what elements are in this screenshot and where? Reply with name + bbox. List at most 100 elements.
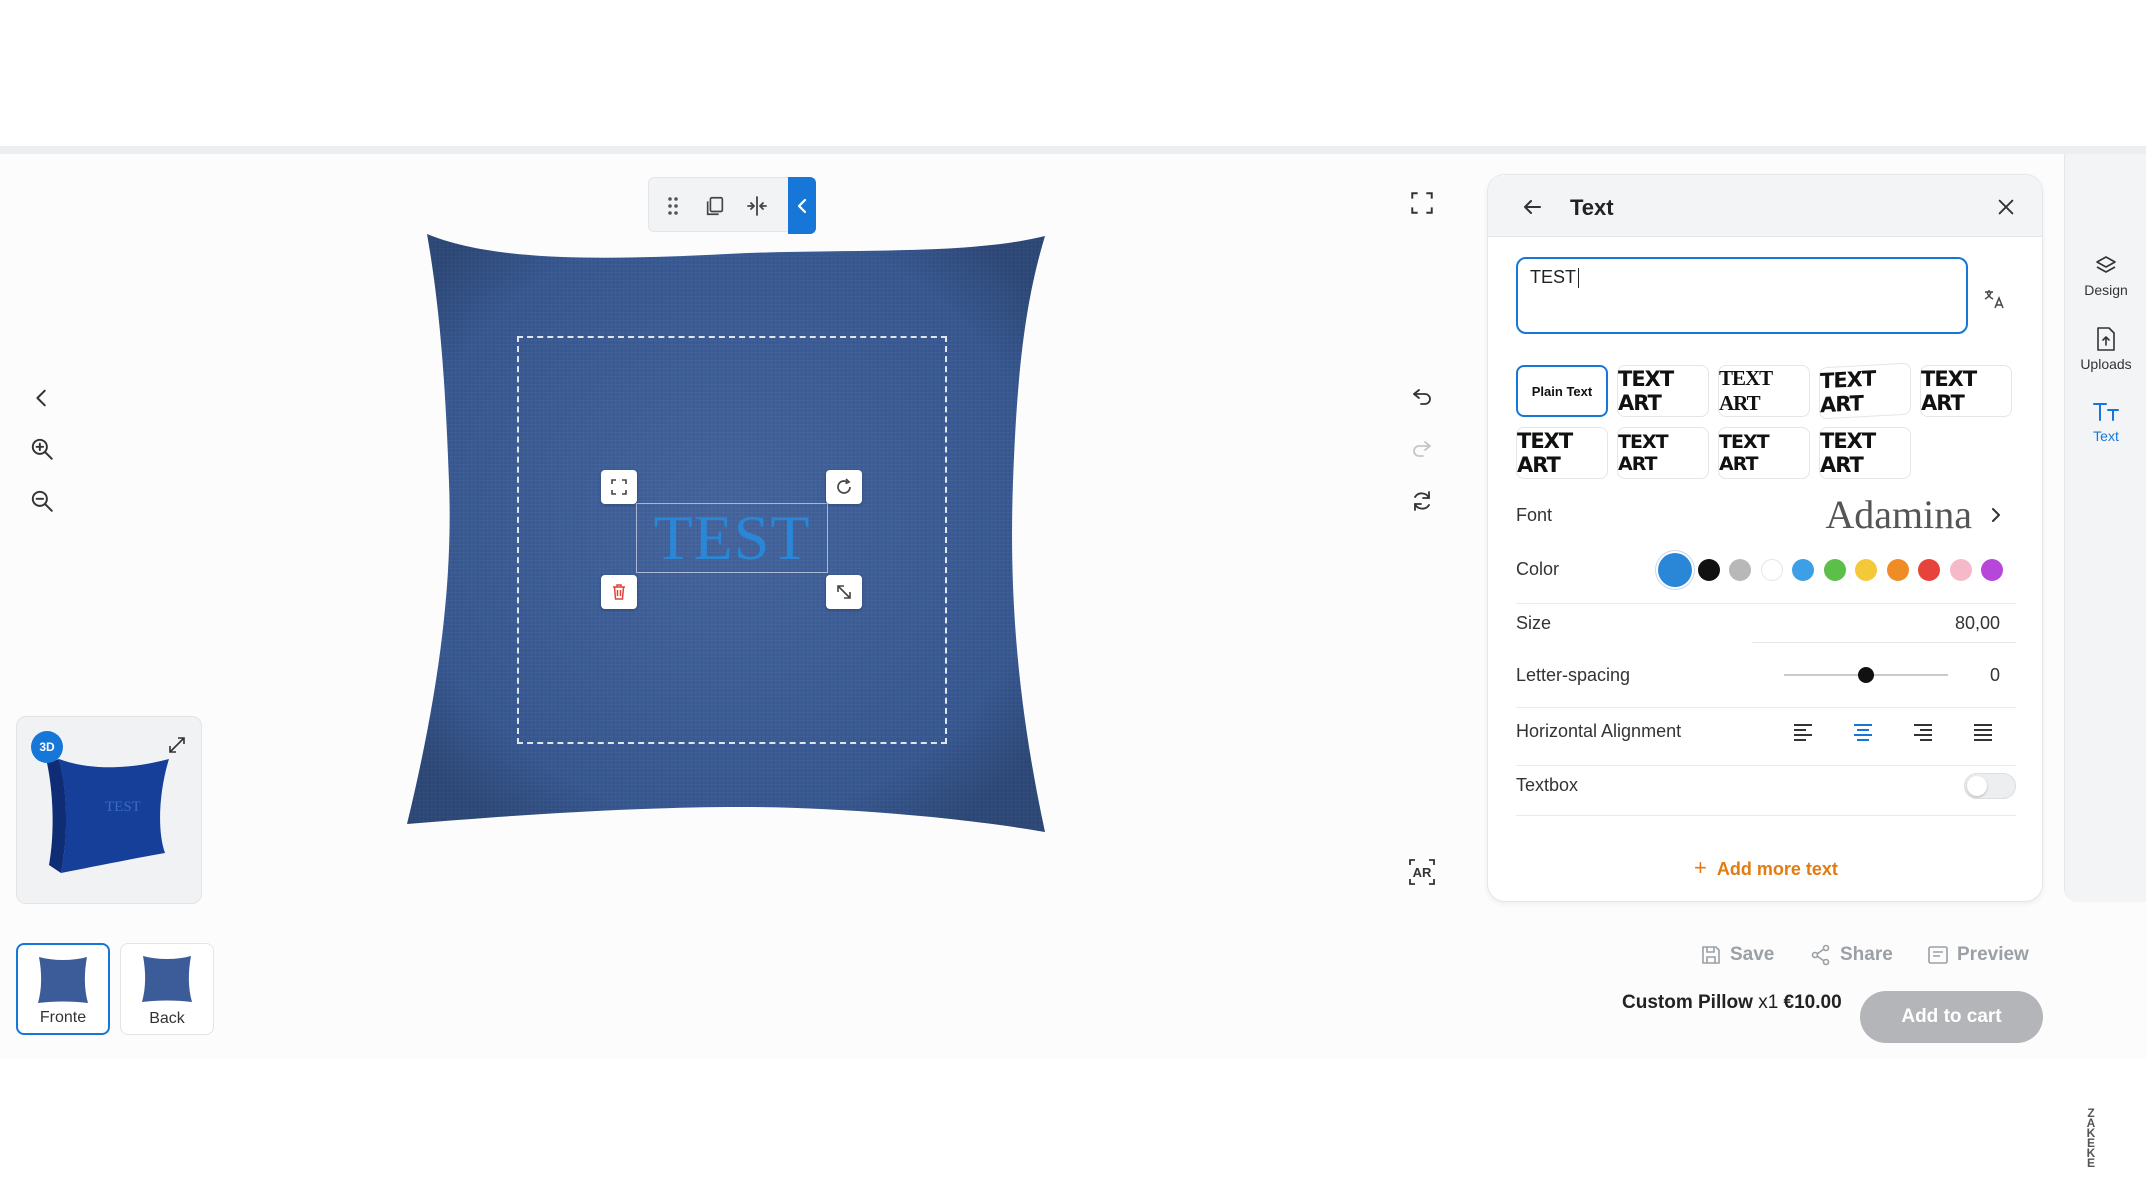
size-row: Size 80,00 [1516,603,2016,643]
style-plain-text[interactable]: Plain Text [1516,365,1608,417]
text-input-value: TEST [1530,267,1577,287]
canvas-text: TEST [653,502,811,573]
rail-uploads-button[interactable]: Uploads [2065,317,2146,381]
view-back-button[interactable]: Back [120,943,214,1035]
preview-button[interactable]: Preview [1927,944,2029,966]
color-swatch[interactable] [1823,559,1846,581]
divider [1516,707,2016,708]
view-back-label: Back [149,1010,185,1027]
panel-title: Text [1570,195,1614,220]
rail-uploads-label: Uploads [2080,356,2132,372]
text-caret [1578,268,1580,289]
right-sidebar: Design Uploads Text [2064,154,2146,902]
size-label: Size [1516,613,1552,633]
color-row: Color [1516,549,2016,589]
expand-3d-icon[interactable] [163,731,191,759]
product-qty: x1 [1758,992,1779,1013]
share-icon [1811,944,1830,966]
style-text-art[interactable]: TEXT ART [1819,427,1911,479]
textbox-row: Textbox [1516,765,2016,805]
letter-spacing-row: Letter-spacing 0 [1516,655,2016,695]
color-swatch[interactable] [1792,559,1814,581]
ar-label: AR [1412,864,1432,880]
color-swatch[interactable] [1981,559,2003,581]
letter-spacing-label: Letter-spacing [1516,665,1631,685]
duplicate-icon[interactable] [693,178,737,233]
expand-handle-icon[interactable] [601,470,637,504]
color-swatch[interactable] [1886,559,1909,581]
plus-icon: + [1694,855,1707,880]
brand-logo: ZAKEKE [2086,1106,2096,1170]
front-view-thumbnail [38,957,88,1003]
layers-icon [2096,256,2116,273]
back-chevron-icon[interactable] [24,380,60,416]
style-text-art[interactable]: TEXT ART [1718,427,1810,479]
style-text-art[interactable]: TEXT ART [1617,427,1709,479]
zoom-in-icon[interactable] [24,431,60,467]
undo-icon[interactable] [1404,378,1440,414]
font-row[interactable]: Font Adamina [1516,492,2016,537]
drag-handle-icon[interactable] [651,178,695,233]
share-label: Share [1840,944,1893,965]
style-text-art[interactable]: TEXT ART [1819,362,1911,420]
zoom-out-icon[interactable] [24,483,60,519]
product-price: €10.00 [1783,992,1842,1013]
upload-icon [2097,327,2115,351]
text-icon [2093,403,2119,421]
collapse-toolbar-button[interactable] [788,177,816,234]
view-front-button[interactable]: Fronte [16,943,110,1035]
rotate-handle-icon[interactable] [826,470,862,504]
color-swatch[interactable] [1697,559,1720,581]
preview-icon [1928,946,1948,964]
center-align-icon[interactable] [735,178,779,233]
rail-text-button[interactable]: Text [2065,390,2146,454]
panel-close-icon[interactable] [1988,189,2024,225]
rail-design-label: Design [2084,282,2128,298]
translate-icon[interactable] [1976,281,2012,317]
save-button[interactable]: Save [1700,944,1774,966]
alignment-row: Horizontal Alignment [1516,711,2016,751]
fullscreen-icon[interactable] [1404,185,1440,221]
bottom-band [0,1059,2146,1204]
text-panel: Text TEST Plain Text TEXT ART TEXT ART T… [1487,174,2043,902]
text-input[interactable]: TEST [1516,257,1968,334]
3d-preview-thumbnail[interactable]: TEST 3D [16,716,202,904]
3d-badge: 3D [31,731,63,763]
font-value: Adamina [1825,492,1972,537]
add-more-text-button[interactable]: + Add more text [1488,855,2044,881]
size-value[interactable]: 80,00 [1955,613,2000,634]
align-left-icon[interactable] [1788,717,1818,747]
color-swatch[interactable] [1855,559,1877,581]
style-text-art[interactable]: TEXT ART [1516,427,1608,479]
color-swatch[interactable] [1729,559,1751,581]
style-text-art[interactable]: TEXT ART [1718,365,1810,417]
canvas-text-element[interactable]: TEST [636,503,828,573]
color-swatch-selected[interactable] [1658,553,1692,587]
align-right-icon[interactable] [1908,717,1938,747]
preview-label: Preview [1957,944,2029,965]
share-button[interactable]: Share [1810,944,1893,966]
panel-back-arrow-icon[interactable] [1514,189,1550,225]
ar-view-button[interactable]: AR [1404,854,1440,890]
top-divider [0,146,2146,154]
textbox-toggle[interactable] [1964,773,2016,799]
letter-spacing-slider-thumb[interactable] [1858,667,1874,683]
delete-handle-icon[interactable] [601,575,637,609]
reset-icon[interactable] [1404,483,1440,519]
top-band [0,0,2146,146]
resize-handle-icon[interactable] [826,575,862,609]
add-to-cart-button[interactable]: Add to cart [1860,991,2043,1043]
size-underline [1752,642,2016,643]
style-text-art[interactable]: TEXT ART [1617,365,1709,417]
color-swatch[interactable] [1760,559,1783,581]
letter-spacing-value: 0 [1989,665,2000,685]
style-text-art[interactable]: TEXT ART [1920,365,2012,417]
add-more-text-label: Add more text [1716,859,1838,879]
color-swatch[interactable] [1949,559,1972,581]
redo-icon[interactable] [1404,430,1440,466]
align-justify-icon[interactable] [1968,717,1998,747]
rail-design-button[interactable]: Design [2065,244,2146,308]
color-swatch[interactable] [1918,559,1940,581]
align-center-icon[interactable] [1848,717,1878,747]
back-view-thumbnail [142,956,192,1002]
